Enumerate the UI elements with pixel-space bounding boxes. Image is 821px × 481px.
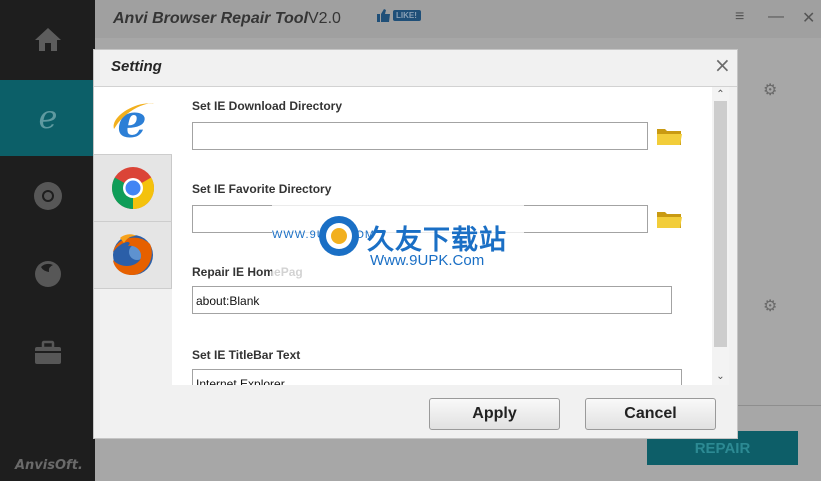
- dialog-close-button[interactable]: ×: [714, 55, 731, 75]
- firefox-icon: [112, 234, 153, 276]
- download-dir-label: Set IE Download Directory: [192, 99, 343, 113]
- sidebar-item-toolbox[interactable]: [0, 314, 95, 390]
- folder-icon[interactable]: [656, 126, 683, 146]
- scroll-thumb[interactable]: [714, 101, 727, 347]
- menu-icon[interactable]: ≡: [735, 8, 744, 26]
- tab-chrome[interactable]: [94, 155, 172, 222]
- home-icon: [34, 28, 61, 51]
- watermark-url: Www.9UPK.Com: [370, 252, 485, 269]
- titlebar-text-label: Set IE TitleBar Text: [192, 348, 301, 362]
- gear-icon[interactable]: ⚙: [763, 80, 777, 100]
- minimize-icon[interactable]: —: [768, 8, 784, 26]
- chrome-icon: [33, 182, 62, 210]
- brand-logo: AnvisOft.: [15, 458, 83, 473]
- like-button[interactable]: LIKE!: [377, 9, 421, 22]
- internet-explorer-icon: e: [113, 96, 154, 146]
- thumbs-up-icon: [377, 9, 390, 22]
- gear-icon[interactable]: ⚙: [763, 296, 777, 316]
- app-title: Anvi Browser Repair ToolV2.0: [113, 10, 341, 28]
- sidebar-item-ie[interactable]: e: [0, 80, 95, 156]
- sidebar: e AnvisOft.: [0, 0, 95, 481]
- cancel-button[interactable]: Cancel: [585, 398, 716, 430]
- sidebar-item-home[interactable]: [0, 0, 95, 78]
- internet-explorer-icon: e: [38, 101, 57, 135]
- sidebar-item-chrome[interactable]: [0, 158, 95, 234]
- favorite-dir-label: Set IE Favorite Directory: [192, 182, 332, 196]
- homepage-input[interactable]: about:Blank: [192, 286, 672, 314]
- titlebar-text-input[interactable]: Internet Explorer: [192, 369, 682, 385]
- svg-text:e: e: [38, 101, 57, 135]
- title-bar: Anvi Browser Repair ToolV2.0 LIKE! ≡ — ✕: [95, 0, 821, 38]
- folder-icon[interactable]: [656, 209, 683, 229]
- scrollbar[interactable]: ⌃ ⌄: [712, 87, 729, 385]
- firefox-icon: [34, 261, 61, 287]
- briefcase-icon: [34, 340, 61, 364]
- sidebar-item-firefox[interactable]: [0, 236, 95, 312]
- tab-firefox[interactable]: [94, 222, 172, 289]
- watermark: WWW.9UPK.COM 久友下载站 Www.9UPK.Com: [272, 200, 524, 286]
- svg-text:e: e: [117, 96, 146, 146]
- scroll-down-icon[interactable]: ⌄: [712, 369, 729, 383]
- chrome-icon: [111, 167, 154, 209]
- download-dir-input[interactable]: [192, 122, 648, 150]
- tab-internet-explorer[interactable]: e: [94, 87, 172, 155]
- scroll-up-icon[interactable]: ⌃: [712, 87, 729, 101]
- app-title-text: Anvi Browser Repair Tool: [113, 10, 308, 27]
- watermark-logo-icon: [319, 216, 359, 256]
- like-label: LIKE!: [393, 10, 421, 21]
- dialog-title: Setting: [111, 58, 162, 75]
- app-version: V2.0: [308, 10, 341, 27]
- browser-tabs: e: [94, 87, 172, 337]
- apply-button[interactable]: Apply: [429, 398, 560, 430]
- close-icon[interactable]: ✕: [802, 8, 815, 28]
